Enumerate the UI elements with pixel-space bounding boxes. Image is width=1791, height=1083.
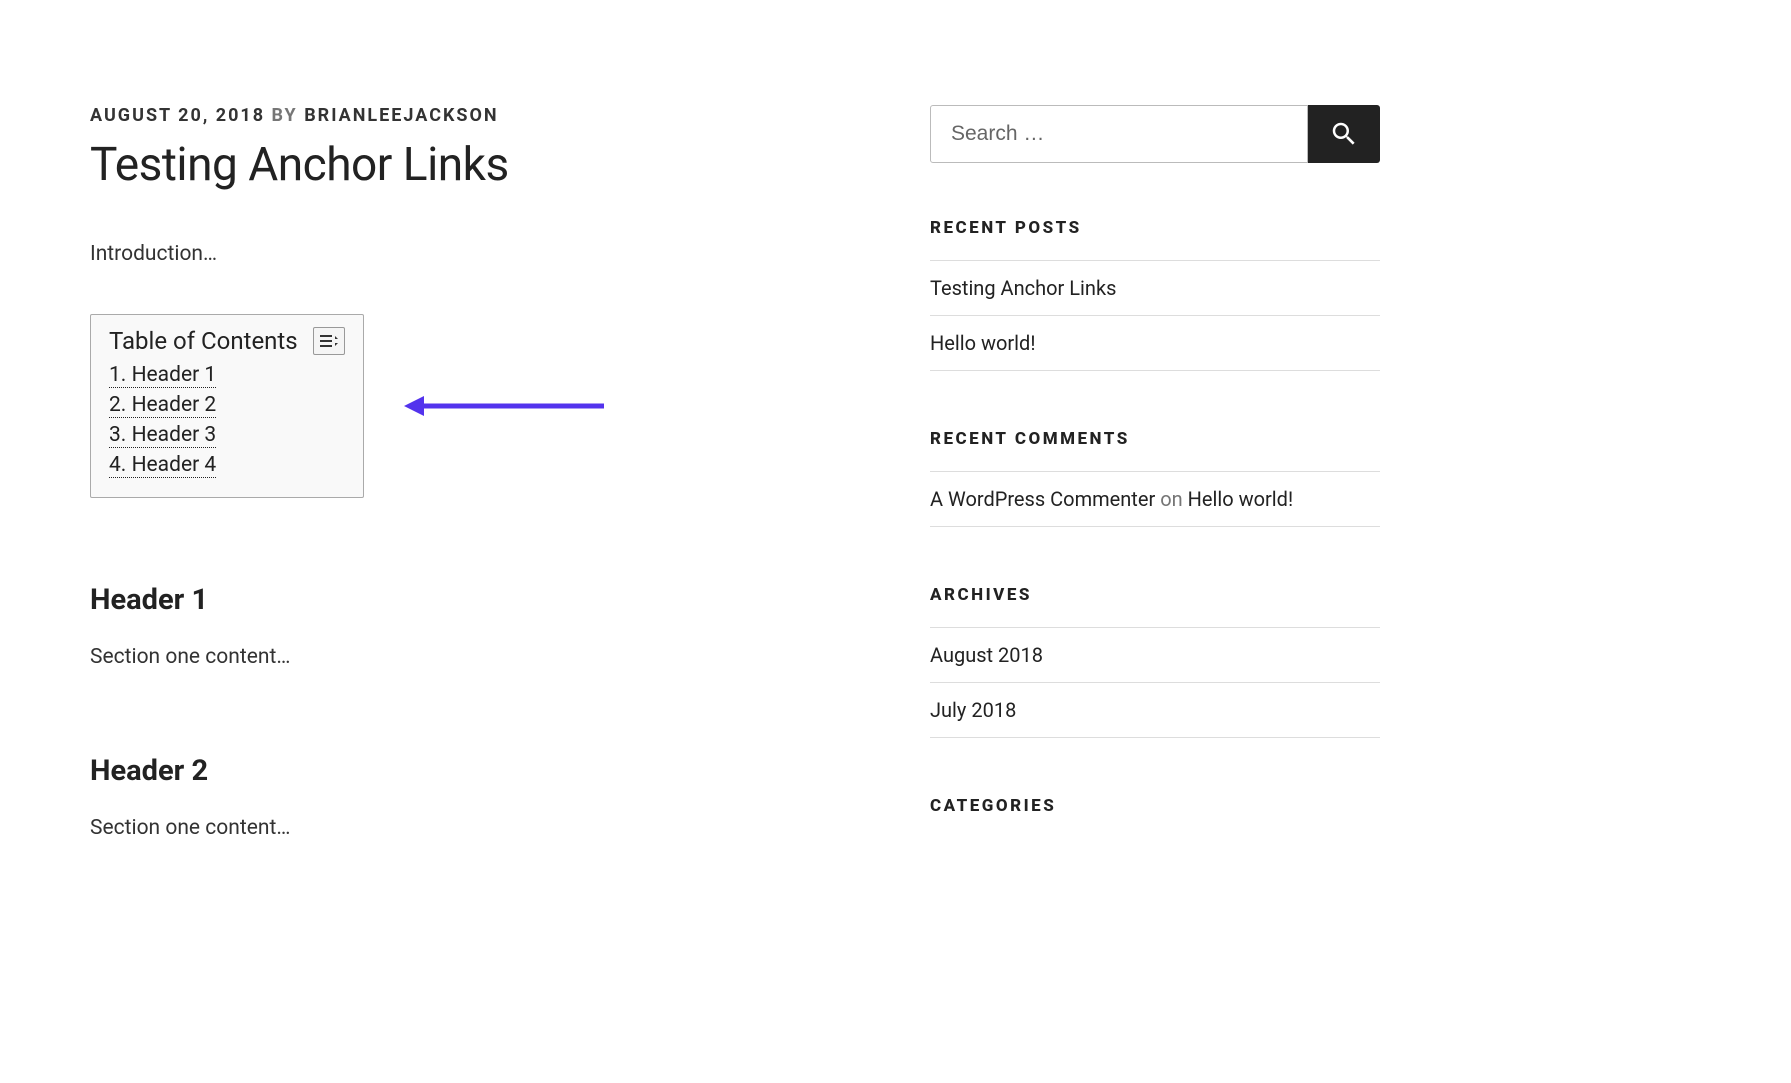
list-item: July 2018 xyxy=(930,682,1380,738)
comment-post-link[interactable]: Hello world! xyxy=(1188,487,1293,511)
search-icon xyxy=(1329,119,1359,149)
search-button[interactable] xyxy=(1308,105,1380,163)
section-content-2: Section one content… xyxy=(90,816,840,840)
list-item: A WordPress Commenter on Hello world! xyxy=(930,471,1380,527)
by-label: BY xyxy=(272,105,298,126)
post-meta: AUGUST 20, 2018 BY BRIANLEEJACKSON xyxy=(90,105,840,126)
categories-title: CATEGORIES xyxy=(930,796,1380,816)
section-content-1: Section one content… xyxy=(90,645,840,669)
recent-comments-title: RECENT COMMENTS xyxy=(930,429,1380,449)
recent-post-link[interactable]: Testing Anchor Links xyxy=(930,276,1116,300)
categories-widget: CATEGORIES xyxy=(930,796,1380,816)
recent-posts-list: Testing Anchor Links Hello world! xyxy=(930,260,1380,371)
sidebar: RECENT POSTS Testing Anchor Links Hello … xyxy=(930,105,1380,925)
toc-title: Table of Contents xyxy=(109,327,298,355)
toc-item: 2. Header 2 xyxy=(109,393,345,417)
main-content: AUGUST 20, 2018 BY BRIANLEEJACKSON Testi… xyxy=(90,105,840,925)
toc-wrapper: Table of Contents 1. Header 1 xyxy=(90,314,840,498)
archives-title: ARCHIVES xyxy=(930,585,1380,605)
archives-list: August 2018 July 2018 xyxy=(930,627,1380,738)
intro-text: Introduction… xyxy=(90,242,840,266)
list-item: August 2018 xyxy=(930,627,1380,682)
search-form xyxy=(930,105,1380,163)
recent-post-link[interactable]: Hello world! xyxy=(930,331,1035,355)
toc-item: 3. Header 3 xyxy=(109,423,345,447)
toc-link-2[interactable]: 2. Header 2 xyxy=(109,393,216,418)
toc-header: Table of Contents xyxy=(109,327,345,355)
toc-link-3[interactable]: 3. Header 3 xyxy=(109,423,216,448)
comment-author-link[interactable]: A WordPress Commenter xyxy=(930,487,1155,511)
comment-on-label: on xyxy=(1160,487,1187,511)
section-heading-1: Header 1 xyxy=(90,583,840,617)
post-date: AUGUST 20, 2018 xyxy=(90,105,265,126)
table-of-contents: Table of Contents 1. Header 1 xyxy=(90,314,364,498)
list-item: Testing Anchor Links xyxy=(930,260,1380,315)
list-toggle-icon xyxy=(320,334,338,348)
page-title: Testing Anchor Links xyxy=(90,138,840,192)
recent-comments-list: A WordPress Commenter on Hello world! xyxy=(930,471,1380,527)
toc-link-1[interactable]: 1. Header 1 xyxy=(109,363,216,388)
arrow-left-icon xyxy=(404,391,604,421)
section-heading-2: Header 2 xyxy=(90,754,840,788)
recent-comments-widget: RECENT COMMENTS A WordPress Commenter on… xyxy=(930,429,1380,527)
annotation-arrow xyxy=(404,391,604,421)
list-item: Hello world! xyxy=(930,315,1380,371)
toc-link-4[interactable]: 4. Header 4 xyxy=(109,453,216,478)
archive-link[interactable]: August 2018 xyxy=(930,643,1043,667)
archive-link[interactable]: July 2018 xyxy=(930,698,1016,722)
toc-list: 1. Header 1 2. Header 2 3. Header 3 4. H… xyxy=(109,363,345,477)
archives-widget: ARCHIVES August 2018 July 2018 xyxy=(930,585,1380,738)
recent-posts-widget: RECENT POSTS Testing Anchor Links Hello … xyxy=(930,218,1380,371)
toc-toggle-button[interactable] xyxy=(313,327,345,355)
toc-item: 4. Header 4 xyxy=(109,453,345,477)
recent-posts-title: RECENT POSTS xyxy=(930,218,1380,238)
search-input[interactable] xyxy=(930,105,1308,163)
toc-item: 1. Header 1 xyxy=(109,363,345,387)
post-author[interactable]: BRIANLEEJACKSON xyxy=(304,105,498,126)
